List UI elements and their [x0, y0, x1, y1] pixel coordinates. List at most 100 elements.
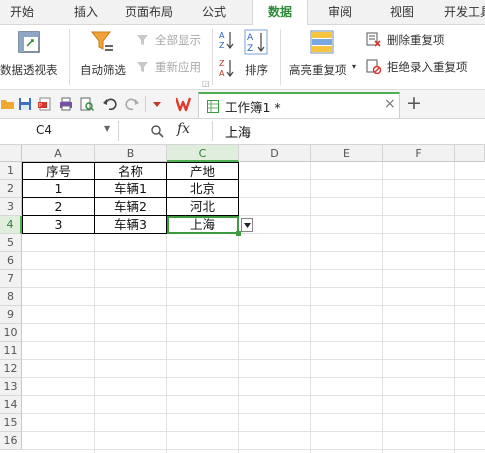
row-header[interactable]: 15 — [0, 414, 22, 432]
document-tab[interactable]: 工作簿1 * × — [198, 92, 400, 118]
cell-a3[interactable]: 2 — [22, 198, 95, 216]
row-header[interactable]: 7 — [0, 270, 22, 288]
row-header[interactable]: 9 — [0, 306, 22, 324]
filter-icon — [90, 31, 113, 51]
export-pdf-icon[interactable]: P — [38, 97, 52, 111]
row-header[interactable]: 2 — [0, 180, 22, 198]
show-all-label: 全部显示 — [155, 33, 201, 47]
reject-duplicates-label: 拒绝录入重复项 — [387, 60, 468, 74]
tab-review[interactable]: 审阅 — [318, 0, 362, 24]
document-title: 工作簿1 * — [225, 100, 281, 115]
close-tab-icon[interactable]: × — [384, 96, 396, 112]
ribbon-separator — [212, 29, 213, 85]
row-header[interactable]: 1 — [0, 162, 22, 180]
zoom-search-icon[interactable] — [151, 125, 164, 138]
clear-filter-icon — [137, 35, 148, 45]
remove-duplicates-button[interactable]: 删除重复项 — [366, 31, 476, 49]
tab-formulas[interactable]: 公式 — [194, 0, 234, 24]
highlight-duplicates-button[interactable]: 高亮重复项 ▾ — [288, 25, 360, 85]
column-header-a[interactable]: A — [22, 145, 95, 162]
dropdown-arrow-icon[interactable]: ▾ — [352, 62, 356, 71]
menu-bar: 开始 插入 页面布局 公式 数据 审阅 视图 开发工具 — [0, 0, 485, 25]
row-header[interactable]: 5 — [0, 234, 22, 252]
undo-icon[interactable] — [103, 97, 117, 111]
tab-view[interactable]: 视图 — [380, 0, 424, 24]
row-header[interactable]: 14 — [0, 396, 22, 414]
column-header-f[interactable]: F — [383, 145, 455, 162]
formula-bar: C4 ▼ fx 上海 — [0, 119, 485, 145]
dialog-launcher-icon[interactable]: ◲ — [202, 79, 210, 88]
redo-icon[interactable] — [125, 97, 139, 111]
reapply-filter-icon — [137, 62, 148, 72]
column-header-g[interactable] — [455, 145, 485, 162]
toolbar-separator — [145, 96, 146, 112]
cell-b3[interactable]: 车辆2 — [95, 198, 167, 216]
validation-dropdown-button[interactable] — [241, 218, 253, 232]
column-header-d[interactable]: D — [239, 145, 311, 162]
folder-open-icon[interactable] — [1, 97, 15, 111]
row-header[interactable]: 12 — [0, 360, 22, 378]
ribbon: 数据透视表 自动筛选 全部显示 重新应用 ◲ A Z Z A A Z 排序 高亮… — [0, 25, 485, 90]
formula-input[interactable]: 上海 — [212, 121, 485, 141]
new-tab-icon[interactable]: + — [406, 92, 422, 114]
reject-duplicates-button[interactable]: 拒绝录入重复项 — [366, 58, 485, 76]
row-header[interactable]: 8 — [0, 288, 22, 306]
sort-icon: A Z — [244, 29, 268, 55]
autofilter-button[interactable]: 自动筛选 — [76, 25, 132, 85]
ribbon-separator — [280, 29, 281, 85]
cell-c2[interactable]: 北京 — [167, 180, 239, 198]
cell-a2[interactable]: 1 — [22, 180, 95, 198]
customize-toolbar-dropdown-icon[interactable] — [152, 99, 162, 109]
wps-logo-icon[interactable] — [176, 96, 194, 112]
svg-text:P: P — [39, 103, 42, 109]
name-box-dropdown-icon[interactable]: ▼ — [104, 124, 110, 133]
select-all-corner[interactable] — [0, 145, 22, 162]
show-all-button[interactable]: 全部显示 — [136, 31, 210, 49]
sort-descending-button[interactable]: Z A — [218, 57, 234, 79]
remove-duplicates-label: 删除重复项 — [387, 33, 445, 47]
reject-duplicates-icon — [366, 59, 381, 74]
column-header-e[interactable]: E — [311, 145, 383, 162]
fill-handle[interactable] — [236, 231, 241, 236]
cell-c1[interactable]: 产地 — [167, 162, 239, 180]
sort-button[interactable]: A Z 排序 — [240, 25, 276, 85]
cell-c4-selected[interactable]: 上海 — [167, 216, 239, 234]
tab-home[interactable]: 开始 — [0, 0, 44, 24]
tab-developer[interactable]: 开发工具 — [438, 0, 485, 24]
sort-label: 排序 — [245, 63, 268, 77]
row-header[interactable]: 13 — [0, 378, 22, 396]
dropdown-arrow-icon — [244, 223, 251, 228]
cell-a1[interactable]: 序号 — [22, 162, 95, 180]
insert-function-button[interactable]: fx — [177, 121, 190, 137]
save-icon[interactable] — [18, 97, 32, 111]
row-header[interactable]: 4 — [0, 216, 22, 234]
print-preview-icon[interactable] — [80, 97, 94, 111]
tab-page-layout[interactable]: 页面布局 — [116, 0, 182, 24]
cell-c3[interactable]: 河北 — [167, 198, 239, 216]
spreadsheet-file-icon — [207, 100, 219, 113]
spreadsheet-grid: A B C D E F 1 2 3 4 5 6 7 8 9 10 11 12 1… — [0, 145, 485, 453]
row-header[interactable]: 3 — [0, 198, 22, 216]
cell-b4[interactable]: 车辆3 — [95, 216, 167, 234]
tab-insert[interactable]: 插入 — [66, 0, 106, 24]
row-header[interactable]: 11 — [0, 342, 22, 360]
column-header-b[interactable]: B — [95, 145, 167, 162]
pivot-table-button[interactable]: 数据透视表 — [0, 25, 62, 85]
reapply-button[interactable]: 重新应用 — [136, 58, 210, 76]
pivot-table-icon — [18, 31, 40, 53]
name-box[interactable]: C4 ▼ — [0, 121, 119, 141]
highlight-duplicates-icon — [310, 30, 334, 54]
row-header[interactable]: 16 — [0, 432, 22, 450]
row-header[interactable]: 6 — [0, 252, 22, 270]
svg-text:A: A — [219, 31, 225, 40]
svg-text:Z: Z — [219, 41, 225, 50]
cell-a4[interactable]: 3 — [22, 216, 95, 234]
sort-ascending-button[interactable]: A Z — [218, 29, 234, 51]
svg-text:Z: Z — [219, 59, 225, 68]
column-header-c[interactable]: C — [167, 145, 239, 162]
tab-data[interactable]: 数据 — [252, 0, 308, 25]
cell-b1[interactable]: 名称 — [95, 162, 167, 180]
print-icon[interactable] — [59, 97, 73, 111]
cell-b2[interactable]: 车辆1 — [95, 180, 167, 198]
row-header[interactable]: 10 — [0, 324, 22, 342]
